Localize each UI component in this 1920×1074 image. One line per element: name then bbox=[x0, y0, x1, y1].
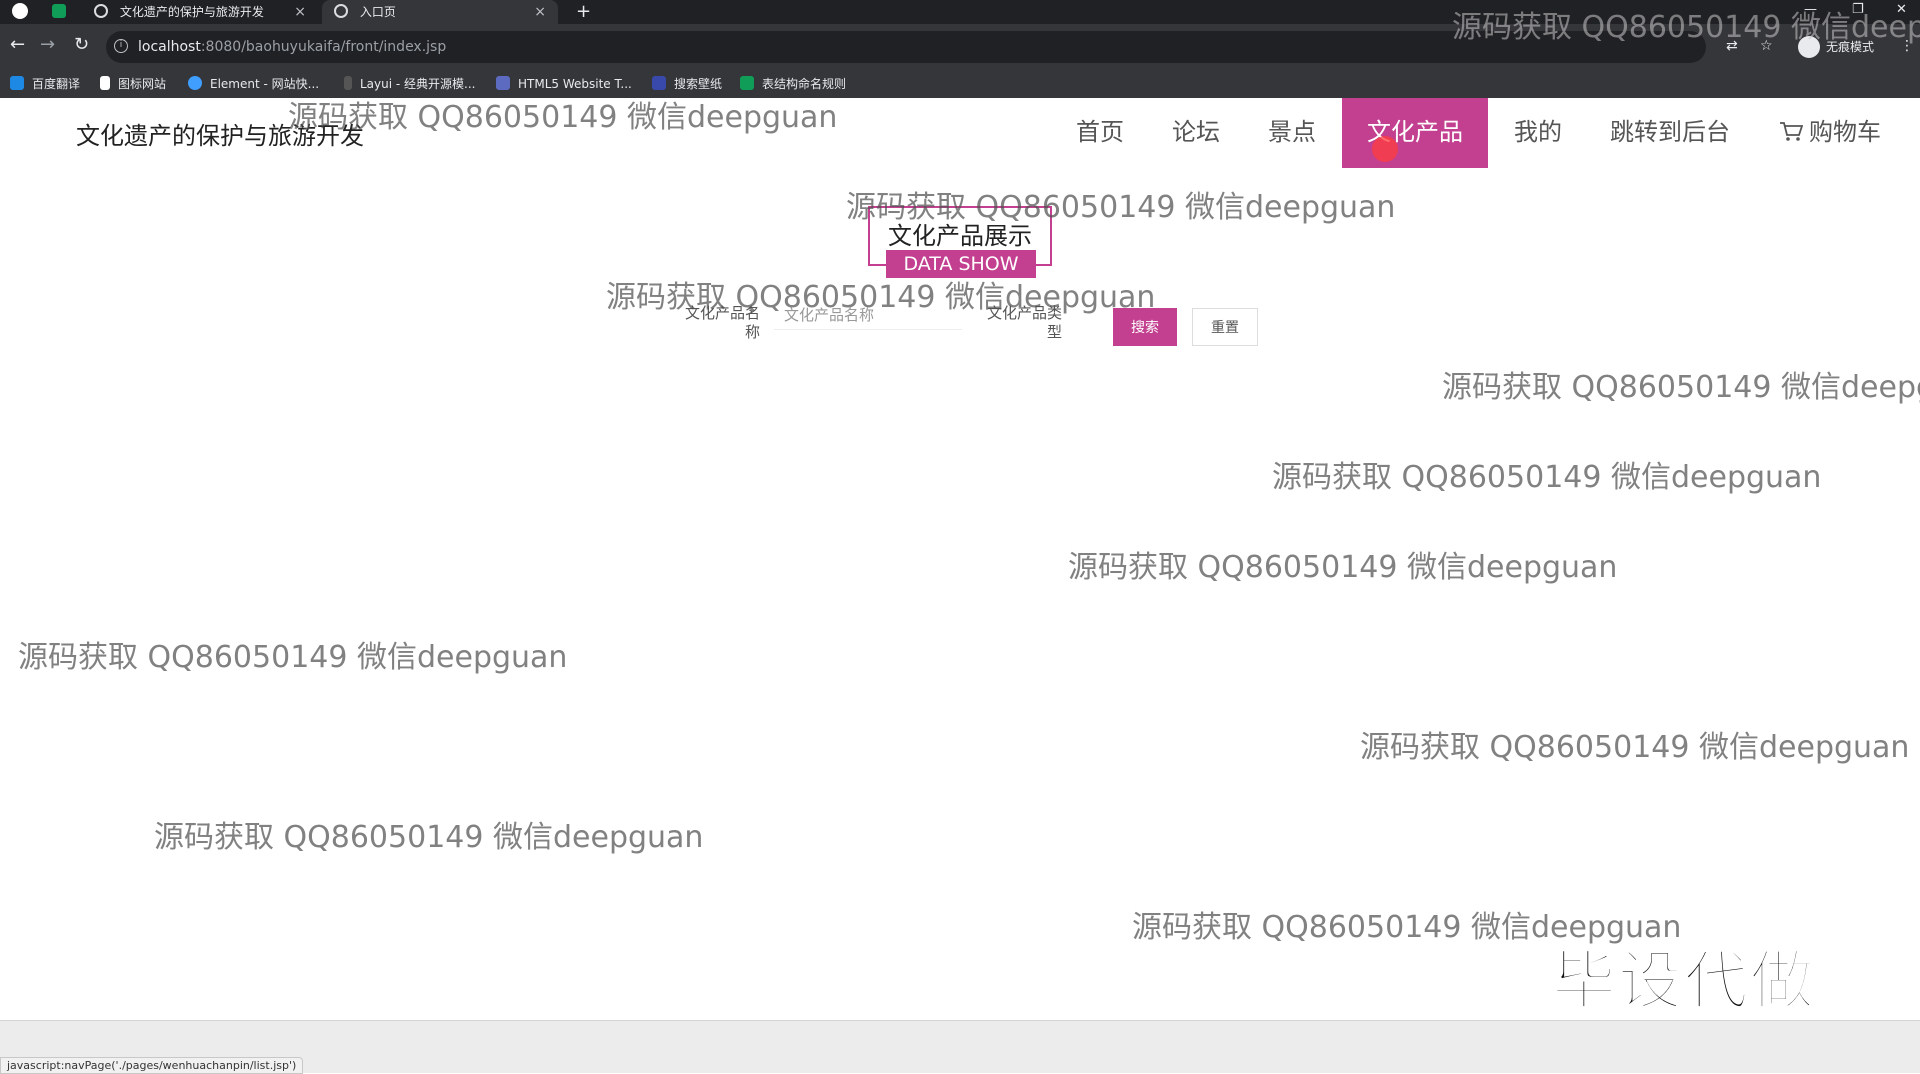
bookmark-layui[interactable]: Layui - 经典开源模... bbox=[344, 70, 475, 98]
watermark-text: 源码获取 QQ86050149 微信deepguan bbox=[1272, 460, 1822, 495]
bookmark-label: Element - 网站快... bbox=[210, 77, 320, 91]
nav-cultural-products[interactable]: 文化产品 bbox=[1342, 98, 1488, 168]
bookmark-label: 搜索壁纸 bbox=[674, 77, 723, 91]
url-text[interactable]: localhost:8080/baohuyukaifa/front/index.… bbox=[138, 31, 446, 63]
product-type-label: 文化产品类 型 bbox=[966, 304, 1062, 342]
url-path: :8080/baohuyukaifa/front/index.jsp bbox=[200, 39, 447, 55]
tab-close-icon[interactable]: × bbox=[294, 0, 306, 24]
site-header: 文化遗产的保护与旅游开发 首页 论坛 景点 文化产品 我的 跳转到后台 购物车 bbox=[0, 98, 1920, 168]
product-name-label-line1: 文化产品名 bbox=[684, 304, 760, 322]
tab-entry[interactable]: 入口页 × bbox=[322, 0, 558, 24]
bookmarks-bar: 百度翻译 图标网站 Element - 网站快... Layui - 经典开源模… bbox=[0, 70, 1920, 99]
watermark-text: 源码获取 QQ86050149 微信deepguan bbox=[1068, 550, 1618, 585]
product-type-label-line2: 型 bbox=[1046, 323, 1062, 341]
product-type-select[interactable] bbox=[1066, 304, 1116, 328]
nav-cart[interactable]: 购物车 bbox=[1760, 98, 1900, 168]
bookmark-label: HTML5 Website T... bbox=[518, 77, 632, 91]
wallpaper-icon bbox=[652, 76, 666, 90]
nav-scenic-spots[interactable]: 景点 bbox=[1244, 98, 1340, 168]
back-arrow-icon[interactable]: ← bbox=[10, 35, 25, 55]
address-bar[interactable]: i localhost:8080/baohuyukaifa/front/inde… bbox=[106, 31, 1706, 63]
section-subtitle: DATA SHOW bbox=[886, 250, 1036, 278]
restore-button[interactable]: ❐ bbox=[1852, 0, 1864, 20]
pinned-tab-icon[interactable] bbox=[52, 4, 66, 18]
star-icon[interactable]: ☆ bbox=[1760, 38, 1773, 54]
bookmark-label: Layui - 经典开源模... bbox=[360, 77, 476, 91]
element-icon bbox=[188, 76, 202, 90]
promo-overlay-text: 毕设代做 bbox=[1551, 944, 1816, 1020]
close-window-button[interactable]: ✕ bbox=[1896, 0, 1907, 20]
baidu-translate-icon bbox=[10, 76, 24, 90]
new-tab-button[interactable]: + bbox=[576, 0, 591, 24]
tab-heritage[interactable]: 文化遗产的保护与旅游开发 × bbox=[82, 0, 318, 24]
bookmark-naming-rules[interactable]: 表结构命名规则 bbox=[740, 70, 846, 98]
bookmark-element[interactable]: Element - 网站快... bbox=[188, 70, 319, 98]
bookmark-label: 百度翻译 bbox=[32, 77, 81, 91]
product-name-label-line2: 称 bbox=[744, 323, 760, 341]
browser-tab-bar: 文化遗产的保护与旅游开发 × 入口页 × + — ❐ ✕ bbox=[0, 0, 1920, 24]
forward-arrow-icon[interactable]: → bbox=[40, 35, 55, 55]
section-title: 文化产品展示 bbox=[888, 222, 1032, 250]
product-type-label-line1: 文化产品类 bbox=[986, 304, 1062, 322]
incognito-label[interactable]: 无痕模式 bbox=[1826, 38, 1874, 55]
product-name-label: 文化产品名 称 bbox=[664, 304, 760, 342]
status-bar-url: javascript:navPage('./pages/wenhuachanpi… bbox=[0, 1057, 304, 1074]
product-name-input[interactable] bbox=[774, 300, 962, 330]
sheet-icon bbox=[740, 76, 754, 90]
bookmark-html5[interactable]: HTML5 Website T... bbox=[496, 70, 632, 98]
nav-mine[interactable]: 我的 bbox=[1490, 98, 1586, 168]
tab-close-icon[interactable]: × bbox=[534, 0, 546, 24]
bookmark-baidu-translate[interactable]: 百度翻译 bbox=[10, 70, 80, 98]
tab-title: 文化遗产的保护与旅游开发 bbox=[119, 5, 264, 19]
globe-icon bbox=[94, 4, 108, 18]
watermark-text: 源码获取 QQ86050149 微信deepguan bbox=[1442, 370, 1920, 405]
translate-icon[interactable]: ⇄ bbox=[1726, 38, 1738, 54]
globe-icon bbox=[334, 4, 348, 18]
bookmark-label: 表结构命名规则 bbox=[762, 77, 847, 91]
nav-forum[interactable]: 论坛 bbox=[1148, 98, 1244, 168]
tab-title: 入口页 bbox=[359, 5, 396, 19]
bookmark-wallpaper[interactable]: 搜索壁纸 bbox=[652, 70, 722, 98]
bookmark-icon-site[interactable]: 图标网站 bbox=[100, 70, 166, 98]
html5-icon bbox=[496, 76, 510, 90]
minimize-button[interactable]: — bbox=[1804, 0, 1817, 20]
reload-icon[interactable]: ↻ bbox=[74, 35, 89, 55]
site-title: 文化遗产的保护与旅游开发 bbox=[76, 122, 364, 150]
browser-toolbar: ← → ↻ i localhost:8080/baohuyukaifa/fron… bbox=[0, 24, 1920, 70]
nav-cart-label: 购物车 bbox=[1809, 118, 1881, 146]
reset-button[interactable]: 重置 bbox=[1192, 308, 1258, 346]
layui-icon bbox=[344, 76, 352, 90]
chrome-logo-icon bbox=[12, 3, 28, 19]
url-host: localhost bbox=[138, 39, 201, 55]
bookmark-label: 图标网站 bbox=[118, 77, 167, 91]
info-icon[interactable]: i bbox=[114, 39, 128, 53]
watermark-text: 源码获取 QQ86050149 微信deepguan bbox=[18, 640, 568, 675]
mouse-cursor-highlight bbox=[1372, 136, 1398, 162]
watermark-text: 源码获取 QQ86050149 微信deepguan bbox=[154, 820, 704, 855]
watermark-text: 源码获取 QQ86050149 微信deepguan bbox=[1360, 730, 1910, 765]
nav-admin[interactable]: 跳转到后台 bbox=[1586, 98, 1754, 168]
cart-icon bbox=[1780, 122, 1804, 141]
search-button[interactable]: 搜索 bbox=[1113, 308, 1177, 346]
nav-home[interactable]: 首页 bbox=[1052, 98, 1148, 168]
flag-icon bbox=[100, 76, 110, 90]
menu-dots-icon[interactable]: ⋮ bbox=[1900, 38, 1914, 54]
incognito-icon[interactable] bbox=[1798, 36, 1820, 58]
